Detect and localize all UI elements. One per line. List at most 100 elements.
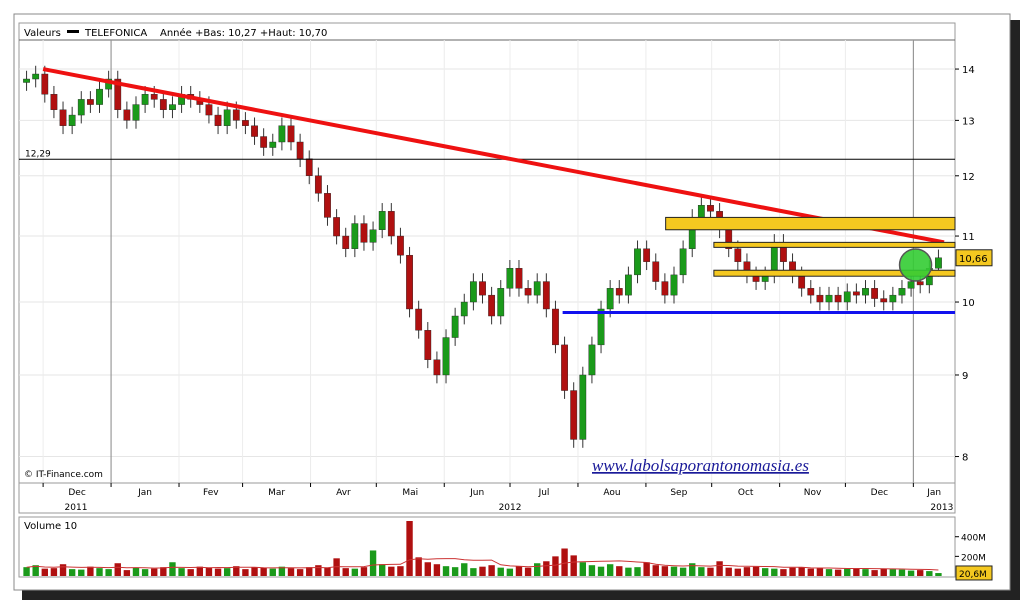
x-tick-label: Jul (538, 488, 550, 498)
candle-body (397, 235, 404, 256)
candle-body (32, 73, 40, 80)
candle-body (625, 274, 632, 296)
volume-bar (625, 567, 632, 576)
volume-bar (68, 569, 76, 576)
x-tick-label: Avr (336, 488, 351, 498)
volume-bar (360, 567, 368, 576)
y-tick-label: 12 (962, 172, 975, 183)
candle-body (424, 330, 432, 360)
volume-bar (214, 568, 222, 576)
x-tick-label: Dec (871, 488, 888, 498)
volume-bar (114, 563, 121, 576)
candle-body (305, 158, 313, 176)
volume-bar (415, 557, 422, 576)
candle-body (86, 99, 94, 105)
candle-body (242, 120, 249, 126)
x-tick-label: Dec (68, 488, 85, 498)
candle-body (169, 104, 176, 110)
candle-body (159, 99, 167, 110)
candle-body (278, 125, 286, 143)
x-tick-label: Mar (268, 488, 285, 498)
candle-body (889, 294, 897, 303)
series-swatch (67, 30, 79, 33)
volume-bar (296, 569, 304, 576)
candle-body (843, 291, 851, 303)
candle-body (497, 288, 505, 317)
candle-body (734, 248, 742, 262)
candle-body (269, 141, 277, 148)
candle-body (314, 175, 322, 194)
volume-bar (871, 570, 878, 576)
volume-bar (178, 568, 185, 576)
candle-body (552, 308, 559, 346)
candle-body (570, 390, 578, 440)
reference-line-label: 12,29 (25, 149, 51, 159)
candle-body (643, 248, 651, 262)
candle-body (415, 308, 423, 331)
volume-bar (543, 561, 550, 576)
volume-bar (488, 565, 495, 576)
candle-body (533, 281, 541, 296)
volume-bar (807, 568, 814, 576)
volume-bar (132, 567, 140, 576)
volume-bar (397, 566, 404, 576)
volume-bar (570, 555, 577, 576)
volume-bar (424, 562, 431, 576)
candle-body (360, 223, 368, 243)
candle-body (433, 359, 441, 376)
last-price-label: 10,66 (959, 254, 988, 265)
candle-body (880, 298, 888, 303)
volume-bar (96, 568, 103, 576)
candle-body (205, 104, 213, 116)
volume-bar (853, 568, 860, 576)
candle-body (652, 261, 660, 282)
volume-bar (743, 567, 751, 576)
volume-bar (834, 569, 842, 576)
volume-bar (597, 566, 605, 576)
volume-bar (515, 566, 523, 576)
candle-body (132, 104, 140, 121)
candle-body (707, 205, 714, 212)
candle-body (615, 288, 623, 296)
volume-bar (616, 566, 623, 576)
candle-body (296, 141, 304, 159)
x-year-label: 2011 (65, 503, 88, 513)
volume-bar (187, 569, 194, 576)
candle-body (816, 294, 824, 303)
candle-body (96, 88, 103, 105)
candle-body (606, 288, 614, 310)
candle-body (68, 114, 76, 126)
candle-body (506, 268, 514, 289)
volume-bar (798, 567, 805, 576)
volume-bar (123, 570, 131, 576)
candle-body (561, 344, 568, 391)
candle-body (524, 288, 532, 296)
volume-bar (734, 568, 742, 576)
y-tick-label: 9 (962, 371, 968, 382)
candle-body (77, 99, 85, 116)
volume-bar (579, 562, 586, 576)
volume-bar (269, 568, 276, 576)
volume-bar (844, 568, 851, 576)
resistance-zone (713, 241, 956, 248)
resistance-zone (665, 216, 956, 231)
volume-bar (50, 568, 58, 576)
candle-body (50, 94, 58, 110)
volume-bar (935, 573, 942, 576)
candle-body (324, 193, 331, 218)
volume-bar (479, 566, 486, 576)
volume-bar (287, 568, 295, 576)
volume-bar (141, 569, 149, 576)
volume-bar (205, 567, 213, 576)
x-tick-label: Oct (738, 488, 754, 498)
header-label: Valeurs (24, 28, 61, 39)
volume-bar (461, 563, 468, 576)
volume-bar (41, 568, 48, 576)
volume-bar (406, 521, 413, 576)
candle-body (232, 109, 240, 121)
volume-bar (433, 564, 441, 576)
volume-bar (606, 564, 614, 576)
volume-bar (324, 567, 331, 576)
candle-body (333, 217, 340, 237)
candle-body (287, 125, 295, 143)
